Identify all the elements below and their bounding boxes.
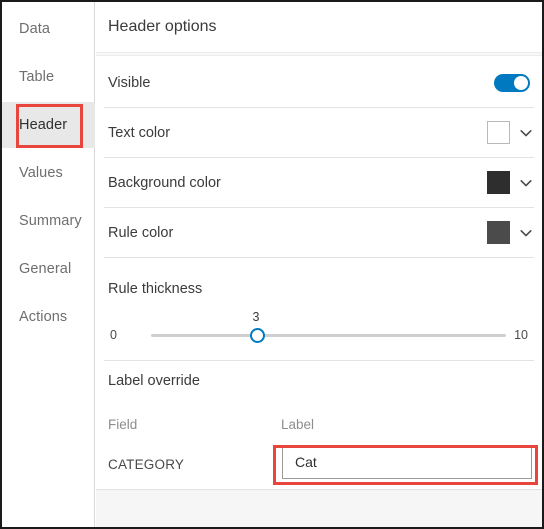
row-divider — [104, 257, 534, 258]
rule-thickness-label: Rule thickness — [108, 281, 203, 297]
visible-label: Visible — [108, 75, 151, 91]
background-color-swatch[interactable] — [487, 171, 510, 194]
rule-color-swatch[interactable] — [487, 221, 510, 244]
sidebar-item-actions[interactable]: Actions — [2, 294, 95, 340]
text-color-swatch[interactable] — [487, 121, 510, 144]
sidebar-item-header[interactable]: Header — [2, 102, 95, 148]
sidebar-item-data[interactable]: Data — [2, 6, 95, 52]
slider-handle[interactable] — [250, 328, 265, 343]
sidebar-item-label: General — [19, 261, 72, 277]
column-header-field: Field — [108, 417, 138, 432]
toggle-knob — [514, 76, 528, 90]
sidebar-item-values[interactable]: Values — [2, 150, 95, 196]
row-background-color: Background color — [96, 158, 542, 208]
slider-min-label: 0 — [110, 328, 117, 342]
sidebar-item-label: Summary — [19, 213, 82, 229]
sidebar-item-summary[interactable]: Summary — [2, 198, 95, 244]
sidebar: Data Table Header Values Summary General… — [2, 2, 95, 527]
page-title: Header options — [108, 18, 217, 35]
label-override-input[interactable] — [282, 445, 532, 479]
row-visible: Visible — [96, 58, 542, 108]
sidebar-item-label: Actions — [19, 309, 68, 325]
sidebar-item-table[interactable]: Table — [2, 54, 95, 100]
visible-toggle[interactable] — [494, 74, 530, 92]
slider-value-label: 3 — [252, 310, 260, 324]
header-options-panel: Header options Visible Text color Backgr… — [96, 2, 542, 527]
background-color-picker[interactable] — [487, 171, 534, 194]
field-name-category: CATEGORY — [108, 457, 185, 472]
sidebar-item-general[interactable]: General — [2, 246, 95, 292]
sidebar-item-label: Values — [19, 165, 63, 181]
text-color-picker[interactable] — [487, 121, 534, 144]
sidebar-item-label: Header — [19, 117, 68, 133]
label-override-title: Label override — [108, 373, 200, 389]
chevron-down-icon[interactable] — [518, 125, 534, 141]
chevron-down-icon[interactable] — [518, 225, 534, 241]
rule-color-picker[interactable] — [487, 221, 534, 244]
background-color-label: Background color — [108, 175, 221, 191]
chevron-down-icon[interactable] — [518, 175, 534, 191]
column-header-label: Label — [281, 417, 315, 432]
text-color-label: Text color — [108, 125, 171, 141]
row-rule-color: Rule color — [96, 208, 542, 258]
title-divider — [96, 52, 542, 56]
slider-track[interactable]: 3 — [151, 310, 506, 343]
rule-color-label: Rule color — [108, 225, 174, 241]
sidebar-item-label: Table — [19, 69, 55, 85]
row-divider — [104, 360, 534, 361]
panel-footer — [96, 489, 542, 527]
sidebar-item-label: Data — [19, 21, 51, 37]
slider-max-label: 10 — [514, 328, 528, 342]
row-text-color: Text color — [96, 108, 542, 158]
property-panel-window: Data Table Header Values Summary General… — [0, 0, 544, 529]
